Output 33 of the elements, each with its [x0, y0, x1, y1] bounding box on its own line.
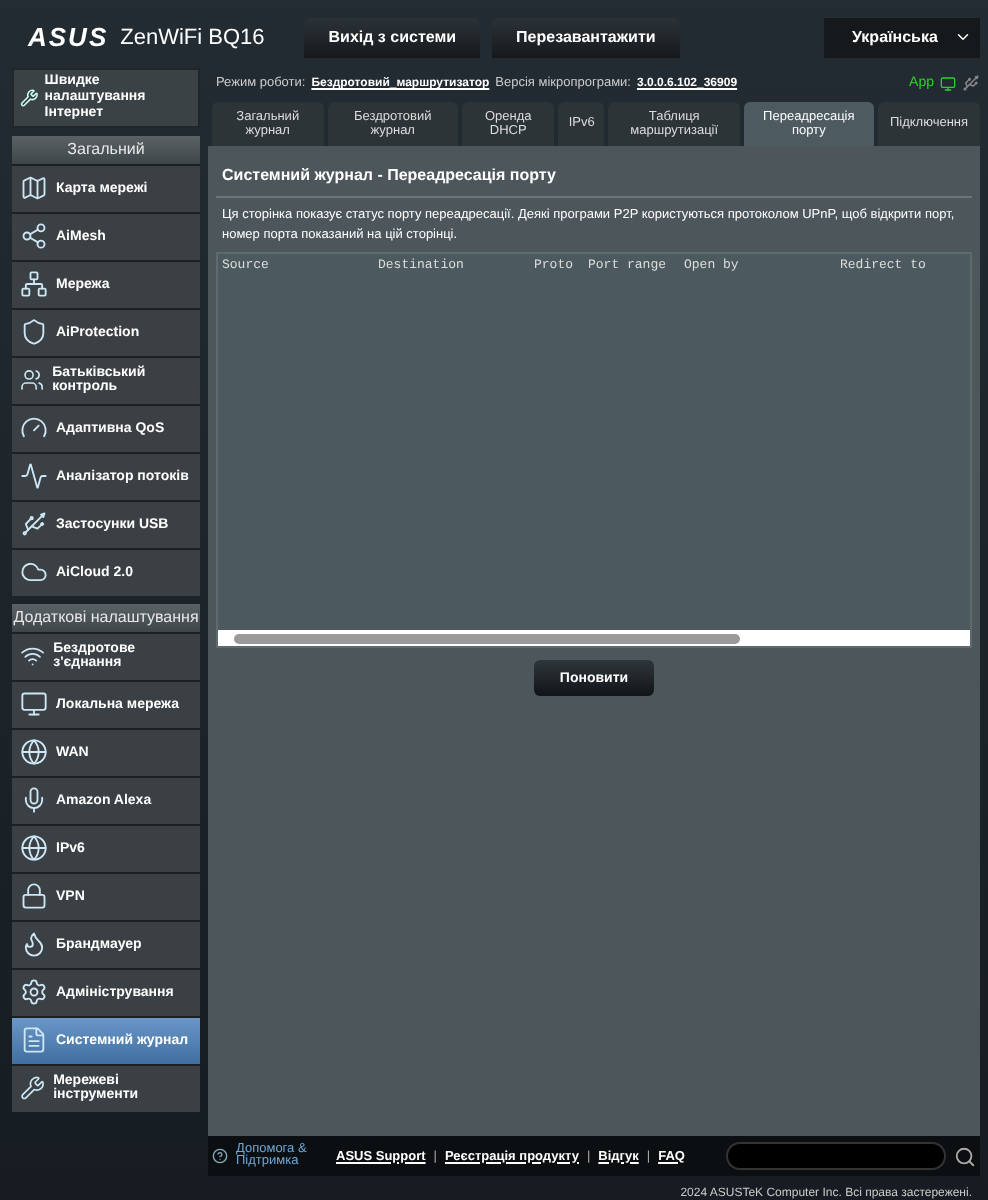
globe-icon	[20, 738, 48, 767]
header-button[interactable]: Вихід з системи	[304, 17, 481, 58]
search-icon[interactable]	[954, 1145, 976, 1168]
flame-icon	[20, 930, 48, 959]
section-header: Додаткові налаштування	[12, 603, 200, 632]
gear-icon	[20, 978, 48, 1007]
network-icon	[20, 270, 48, 299]
cloud-icon	[20, 558, 48, 587]
map-icon	[20, 174, 48, 203]
pulse-icon	[20, 462, 48, 491]
document-icon	[20, 1026, 48, 1055]
brand-logo: ASUS	[28, 22, 109, 53]
usb-icon	[20, 510, 48, 539]
monitor-icon	[940, 75, 956, 92]
gauge-icon	[20, 414, 48, 443]
wrench-icon	[20, 83, 39, 112]
help-icon	[212, 1148, 228, 1165]
wrench-icon	[20, 1074, 46, 1103]
users-icon	[20, 366, 45, 395]
horizontal-scrollbar[interactable]	[218, 630, 970, 647]
panel-title: Системний журнал - Переадресація порту	[216, 165, 972, 198]
section-header: Загальний	[12, 135, 200, 164]
model-name: ZenWiFi BQ16	[120, 25, 265, 50]
search-field[interactable]	[726, 1142, 946, 1171]
language-select[interactable]: Українська	[824, 17, 980, 58]
share-icon	[20, 222, 48, 251]
globe-icon	[20, 834, 48, 863]
usb-icon	[962, 74, 980, 93]
monitor-icon	[20, 690, 48, 719]
microphone-icon	[20, 786, 48, 815]
lock-icon	[20, 882, 48, 911]
shield-icon	[20, 318, 48, 347]
header-button[interactable]: Перезавантажити	[492, 17, 680, 58]
